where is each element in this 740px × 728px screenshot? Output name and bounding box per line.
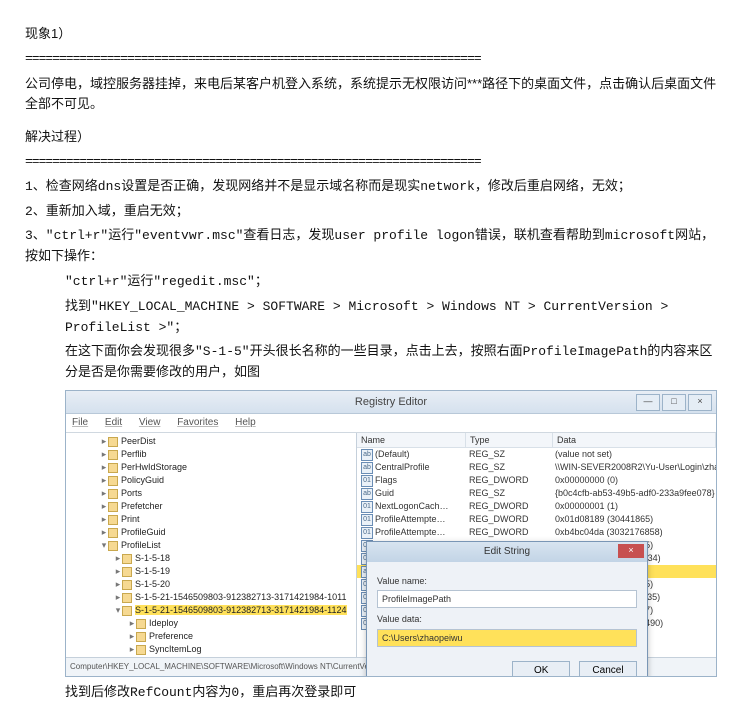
field-value-name[interactable]: ProfileImagePath bbox=[377, 590, 637, 608]
tree-item[interactable]: ▸Prefetcher bbox=[66, 500, 356, 513]
separator: ========================================… bbox=[25, 152, 720, 173]
value-row[interactable]: abGuidREG_SZ{b0c4cfb-ab53-49b5-adf0-233a… bbox=[357, 487, 716, 500]
value-row[interactable]: abCentralProfileREG_SZ\\WIN-SEVER2008R2\… bbox=[357, 461, 716, 474]
tree-item[interactable]: ▸PolicyGuid bbox=[66, 474, 356, 487]
tree-item[interactable]: ▾S-1-5-21-1546509803-912382713-317142198… bbox=[66, 604, 356, 617]
step-3: 3、"ctrl+r"运行"eventvwr.msc"查看日志，发现user pr… bbox=[25, 226, 720, 268]
separator: ========================================… bbox=[25, 49, 720, 70]
cancel-button[interactable]: Cancel bbox=[579, 661, 637, 677]
window-title: Registry Editor bbox=[355, 396, 427, 408]
tree-item[interactable]: ▸Preference bbox=[66, 630, 356, 643]
substep-3: 在这下面你会发现很多"S-1-5"开头很长名称的一些目录，点击上去，按照右面Pr… bbox=[65, 342, 720, 384]
tree-item[interactable]: ▸Ports bbox=[66, 487, 356, 500]
label-value-data: Value data: bbox=[377, 612, 637, 626]
step-1: 1、检查网络dns设置是否正确，发现网络并不是显示域名称而是现实network，… bbox=[25, 177, 720, 198]
registry-editor-window: Registry Editor — □ × File Edit View Fav… bbox=[65, 390, 717, 677]
menu-help[interactable]: Help bbox=[235, 417, 256, 428]
menu-bar: File Edit View Favorites Help bbox=[66, 414, 716, 433]
value-row[interactable]: ab(Default)REG_SZ(value not set) bbox=[357, 448, 716, 461]
tree-item[interactable]: ▸S-1-5-19 bbox=[66, 565, 356, 578]
value-row[interactable]: 01ProfileAttempte…REG_DWORD0xb4bc04da (3… bbox=[357, 526, 716, 539]
tree-item[interactable]: ▸Perflib bbox=[66, 448, 356, 461]
field-value-data[interactable]: C:\Users\zhaopeiwu bbox=[377, 629, 637, 647]
minimize-button[interactable]: — bbox=[636, 394, 660, 411]
tree-item[interactable]: ▸SyncItemLog bbox=[66, 643, 356, 656]
registry-tree[interactable]: ▸PeerDist▸Perflib▸PerHwIdStorage▸PolicyG… bbox=[66, 433, 357, 658]
step-2: 2、重新加入域，重启无效； bbox=[25, 202, 720, 223]
para-symptom: 公司停电，域控服务器挂掉，来电后某客户机登入系统，系统提示无权限访问***路径下… bbox=[25, 74, 720, 116]
menu-file[interactable]: File bbox=[72, 417, 88, 428]
dialog-title-bar[interactable]: Edit String × bbox=[367, 542, 647, 562]
menu-view[interactable]: View bbox=[139, 417, 161, 428]
ok-button[interactable]: OK bbox=[512, 661, 570, 677]
tree-item[interactable]: ▸S-1-5-20 bbox=[66, 578, 356, 591]
tree-item[interactable]: ▸ProfileGuid bbox=[66, 526, 356, 539]
substep-2: 找到"HKEY_LOCAL_MACHINE > SOFTWARE > Micro… bbox=[65, 297, 720, 339]
tree-item[interactable]: ▸S-1-5-21-1546509803-912382713-317142198… bbox=[66, 591, 356, 604]
tree-item[interactable]: ▸Ideploy bbox=[66, 617, 356, 630]
final-step: 找到后修改RefCount内容为0，重启再次登录即可 bbox=[65, 683, 720, 704]
menu-edit[interactable]: Edit bbox=[105, 417, 122, 428]
dialog-title: Edit String bbox=[484, 546, 530, 557]
edit-string-dialog: Edit String × Value name: ProfileImagePa… bbox=[366, 541, 648, 677]
heading-solution: 解决过程） bbox=[25, 127, 720, 148]
value-row[interactable]: 01NextLogonCach…REG_DWORD0x00000001 (1) bbox=[357, 500, 716, 513]
menu-favorites[interactable]: Favorites bbox=[177, 417, 218, 428]
label-value-name: Value name: bbox=[377, 574, 637, 588]
heading-symptom: 现象1） bbox=[25, 24, 720, 45]
tree-item[interactable]: ▸PeerDist bbox=[66, 435, 356, 448]
value-row[interactable]: 01FlagsREG_DWORD0x00000000 (0) bbox=[357, 474, 716, 487]
close-button[interactable]: × bbox=[688, 394, 712, 411]
value-row[interactable]: 01ProfileAttempte…REG_DWORD0x01d08189 (3… bbox=[357, 513, 716, 526]
dialog-close-button[interactable]: × bbox=[618, 544, 644, 558]
tree-item[interactable]: ▸PerHwIdStorage bbox=[66, 461, 356, 474]
tree-item[interactable]: ▾ProfileList bbox=[66, 539, 356, 552]
tree-item[interactable]: ▸S-1-5-18 bbox=[66, 552, 356, 565]
window-title-bar[interactable]: Registry Editor — □ × bbox=[66, 391, 716, 414]
maximize-button[interactable]: □ bbox=[662, 394, 686, 411]
substep-1: "ctrl+r"运行"regedit.msc"； bbox=[65, 272, 720, 293]
tree-item[interactable]: ▸Print bbox=[66, 513, 356, 526]
